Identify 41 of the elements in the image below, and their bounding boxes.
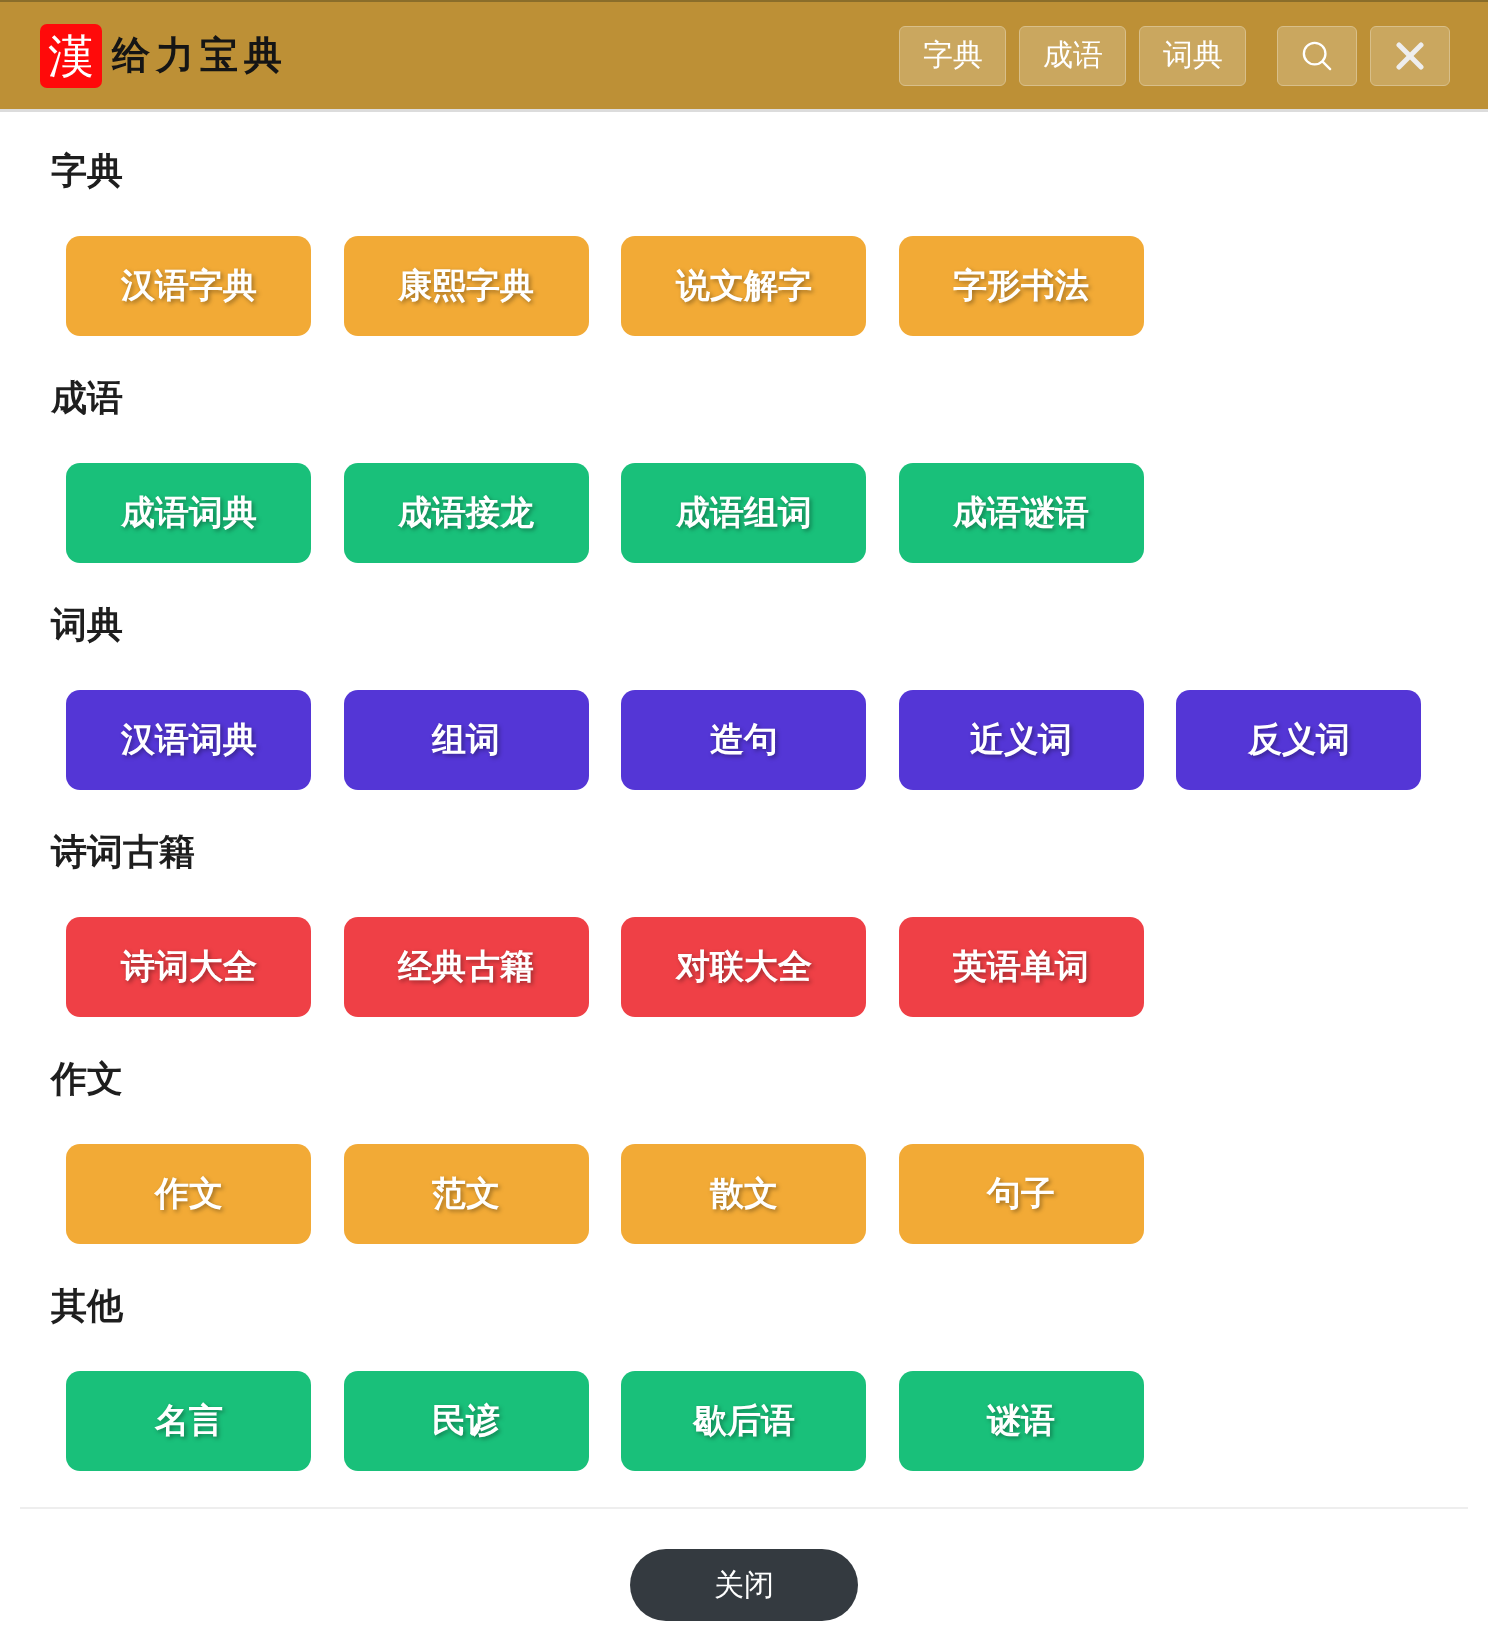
category-button[interactable]: 成语组词 [621,463,866,563]
category-button[interactable]: 成语接龙 [343,463,589,563]
section-heading: 字典 [51,151,123,191]
category-button[interactable]: 民谚 [343,1371,589,1471]
section-heading: 诗词古籍 [51,832,195,872]
category-button[interactable]: 反义词 [1176,690,1421,790]
nav-button[interactable]: 字典 [899,25,1006,86]
category-button[interactable]: 字形书法 [898,236,1144,336]
category-button[interactable]: 谜语 [898,1371,1144,1471]
category-button[interactable]: 范文 [343,1144,589,1244]
section-heading: 词典 [51,605,123,645]
logo-title: 给力宝典 [112,31,288,79]
section-heading: 其他 [51,1286,123,1326]
category-button[interactable]: 诗词大全 [66,917,311,1017]
search-icon [1302,40,1332,71]
category-button[interactable]: 汉语词典 [66,690,311,790]
category-button[interactable]: 组词 [343,690,589,790]
category-button[interactable]: 歇后语 [621,1371,866,1471]
category-button[interactable]: 造句 [621,690,866,790]
nav-button[interactable]: 词典 [1139,25,1246,86]
category-button[interactable]: 康熙字典 [343,236,589,336]
search-button[interactable] [1277,25,1357,86]
category-button[interactable]: 汉语字典 [66,236,311,336]
section-heading: 作文 [51,1059,123,1099]
category-button[interactable]: 作文 [66,1144,311,1244]
nav-button[interactable]: 成语 [1019,25,1126,86]
category-button[interactable]: 名言 [66,1371,311,1471]
category-button[interactable]: 说文解字 [621,236,866,336]
close-button[interactable] [1370,25,1450,86]
close-button[interactable]: 关闭 [630,1549,858,1621]
category-button[interactable]: 英语单词 [898,917,1144,1017]
category-button[interactable]: 成语词典 [66,463,311,563]
category-button[interactable]: 成语谜语 [898,463,1144,563]
category-button[interactable]: 散文 [621,1144,866,1244]
category-button[interactable]: 句子 [898,1144,1144,1244]
logo-mark: 漢 [40,23,102,88]
close-icon [1396,41,1424,70]
category-button[interactable]: 近义词 [898,690,1144,790]
category-button[interactable]: 经典古籍 [343,917,589,1017]
section-heading: 成语 [51,378,123,418]
category-button[interactable]: 对联大全 [621,917,866,1017]
